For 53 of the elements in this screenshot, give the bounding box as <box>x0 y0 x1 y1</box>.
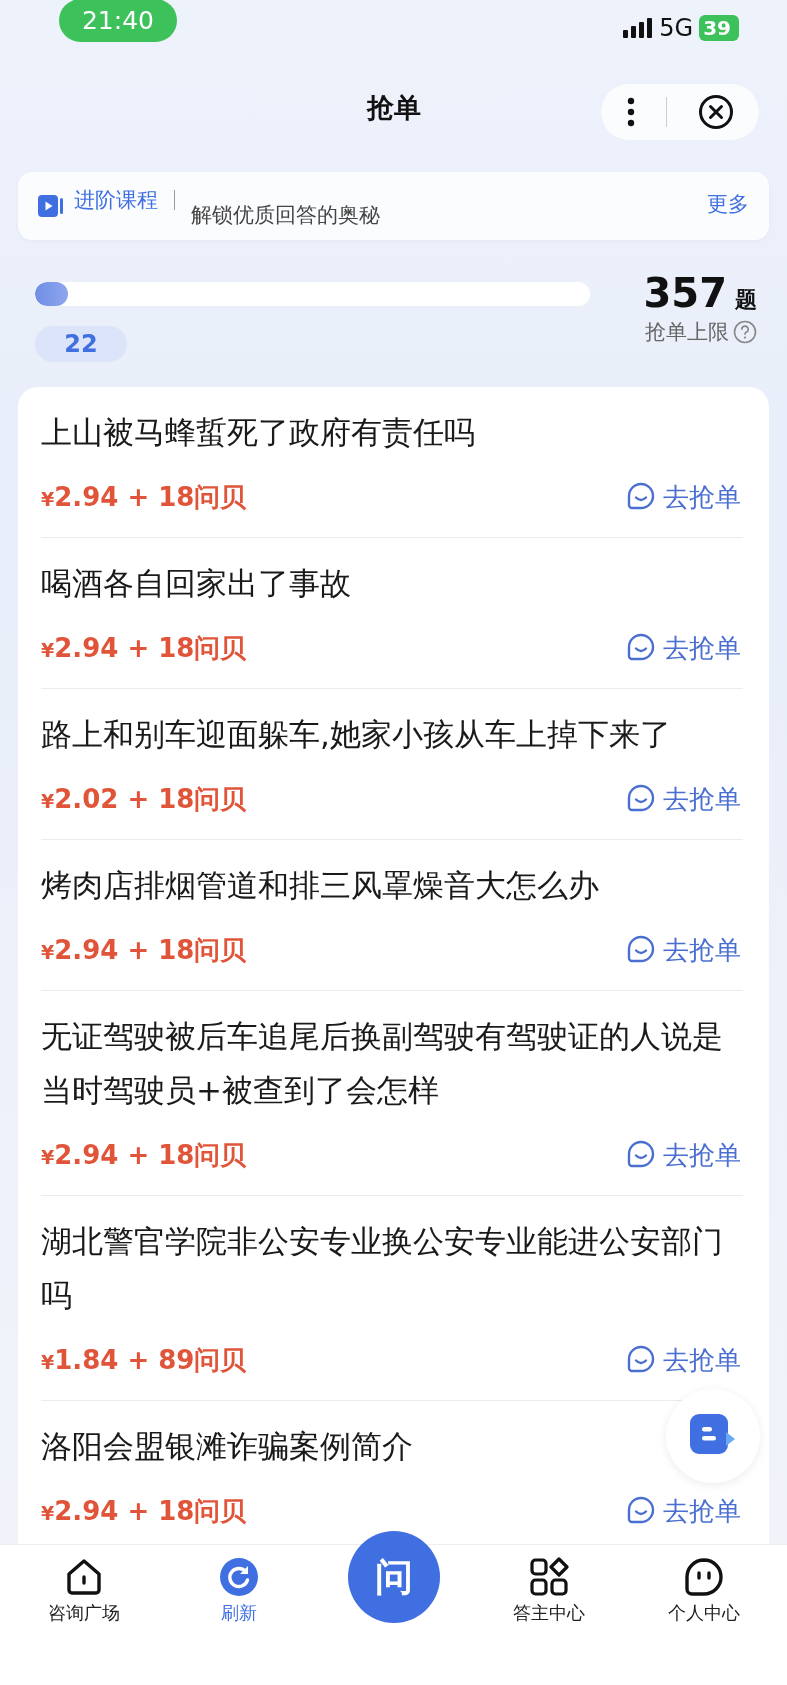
grab-button[interactable]: 去抢单 <box>627 1342 741 1378</box>
ask-button[interactable]: 问 <box>347 1531 440 1623</box>
grab-button[interactable]: 去抢单 <box>627 479 741 515</box>
question-reward: ¥2.94 + 18问贝 <box>41 480 247 514</box>
signal-icon <box>623 18 654 38</box>
smile-icon <box>627 935 655 965</box>
question-title[interactable]: 无证驾驶被后车追尾后换副驾驶有驾驶证的人说是当时驾驶员+被查到了会怎样 <box>41 1009 743 1117</box>
smile-icon <box>627 482 655 512</box>
question-title[interactable]: 烤肉店排烟管道和排三风罩燥音大怎么办 <box>41 858 599 912</box>
total-number: 357 <box>643 270 727 316</box>
course-banner[interactable]: 进阶课程 解锁优质回答的奥秘 更多 <box>18 172 769 240</box>
more-icon[interactable] <box>626 97 635 127</box>
question-reward: ¥2.94 + 18问贝 <box>41 631 247 665</box>
limit-label: 抢单上限 <box>645 319 729 346</box>
grab-button[interactable]: 去抢单 <box>627 781 741 817</box>
grab-button[interactable]: 去抢单 <box>627 630 741 666</box>
question-title[interactable]: 湖北警官学院非公安专业换公安专业能进公安部门吗 <box>41 1214 743 1322</box>
more-link[interactable]: 更多 <box>707 190 749 218</box>
battery-level: 39 <box>699 15 739 41</box>
smile-icon <box>627 784 655 814</box>
nav-tab[interactable]: 咨询广场 <box>47 1545 120 1625</box>
grab-button[interactable]: 去抢单 <box>627 1493 741 1529</box>
status-time: 21:40 <box>59 0 177 42</box>
smile-icon <box>627 1140 655 1170</box>
nav-tab[interactable]: 个人中心 <box>667 1545 740 1625</box>
question-title[interactable]: 喝酒各自回家出了事故 <box>41 556 351 610</box>
question-reward: ¥2.94 + 18问贝 <box>41 1494 247 1528</box>
question-reward: ¥2.02 + 18问贝 <box>41 782 247 816</box>
question-title[interactable]: 洛阳会盟银滩诈骗案例简介 <box>41 1419 413 1473</box>
count-bubble: 22 <box>35 326 127 362</box>
banner-label: 进阶课程 <box>74 187 158 214</box>
banner-text: 解锁优质回答的奥秘 <box>191 202 380 229</box>
smile-icon <box>627 1345 655 1375</box>
smile-icon <box>627 633 655 663</box>
question-reward: ¥2.94 + 18问贝 <box>41 933 247 967</box>
question-reward: ¥1.84 + 89问贝 <box>41 1343 247 1377</box>
page-title: 抢单 <box>366 91 421 125</box>
question-title[interactable]: 上山被马蜂蜇死了政府有责任吗 <box>41 405 475 459</box>
question-reward: ¥2.94 + 18问贝 <box>41 1138 247 1172</box>
total-unit: 题 <box>735 286 757 314</box>
face-icon <box>683 1557 724 1597</box>
help-icon[interactable] <box>733 320 757 344</box>
nav-tab[interactable]: 刷新 <box>218 1545 259 1625</box>
nav-tab[interactable]: 答主中心 <box>512 1545 585 1625</box>
grab-button[interactable]: 去抢单 <box>627 1137 741 1173</box>
refresh-icon <box>218 1557 259 1597</box>
question-title[interactable]: 路上和别车迎面躲车,她家小孩从车上掉下来了 <box>41 707 671 761</box>
network-label: 5G <box>659 14 694 42</box>
grid-icon <box>528 1557 569 1597</box>
close-icon[interactable] <box>697 94 734 130</box>
video-icon <box>38 193 64 219</box>
smile-icon <box>627 1496 655 1526</box>
grab-button[interactable]: 去抢单 <box>627 932 741 968</box>
